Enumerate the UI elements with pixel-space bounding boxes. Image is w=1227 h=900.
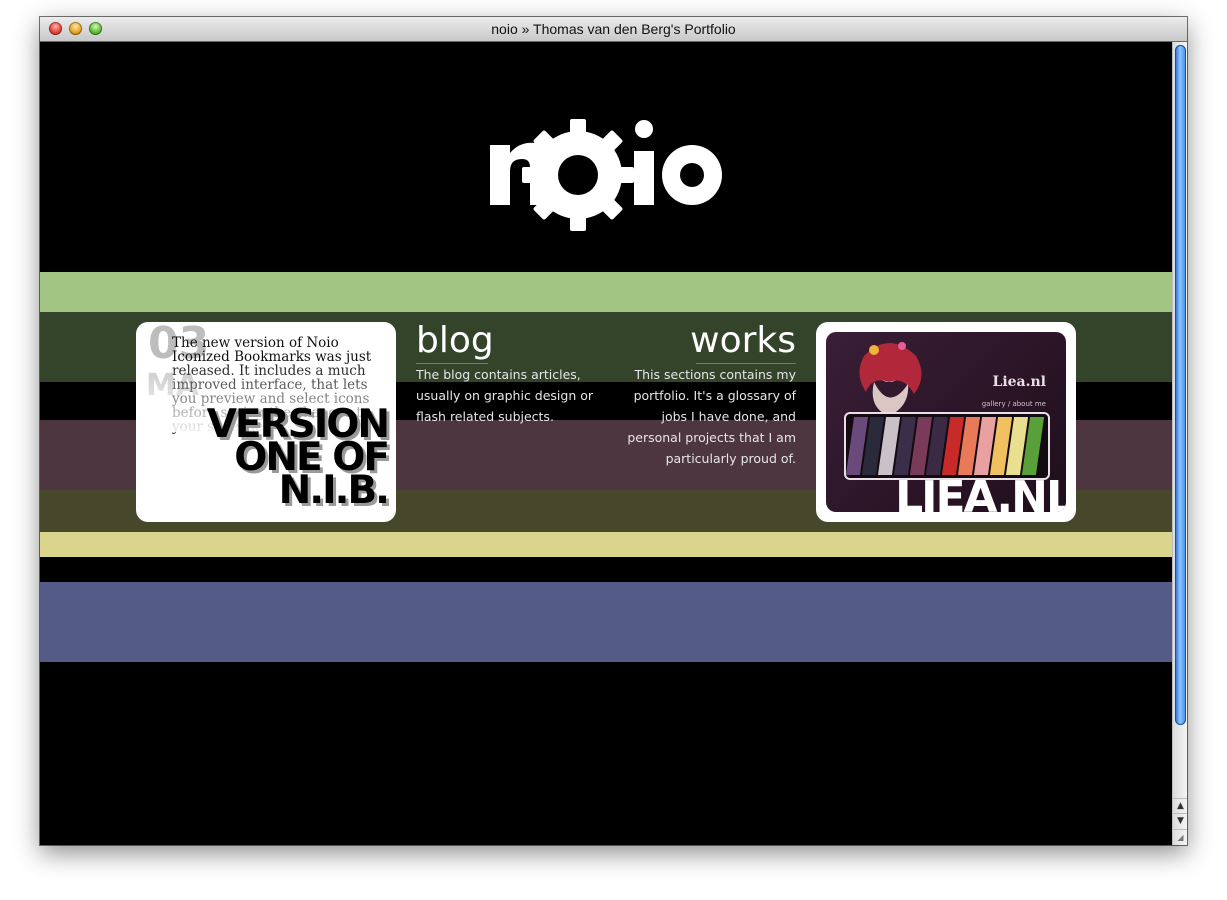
works-description: This sections contains my portfolio. It'…	[627, 367, 796, 466]
blog-heading[interactable]: blog	[416, 321, 494, 361]
news-headline: VERSION ONE OF N.I.B.	[207, 405, 390, 510]
works-card[interactable]: Liea.nl gallery / about me LIEA.NL	[816, 322, 1076, 522]
works-thumbnail-nav: gallery / about me	[981, 400, 1046, 408]
blog-description: The blog contains articles, usually on g…	[416, 367, 594, 424]
works-thumbnail-title: LIEA.NL	[895, 472, 1066, 513]
site-logo[interactable]	[486, 117, 726, 237]
news-card[interactable]: 03 MA The new version of Noio Iconized B…	[136, 322, 396, 522]
resize-grip-icon[interactable]: ◢	[1173, 829, 1187, 845]
works-heading[interactable]: works	[676, 321, 796, 361]
title-bar: noio » Thomas van den Berg's Portfolio	[40, 17, 1187, 42]
stripe-blue	[40, 582, 1172, 662]
vertical-scrollbar[interactable]: ▲ ▼ ◢	[1172, 42, 1187, 845]
browser-window: noio » Thomas van den Berg's Portfolio 0…	[40, 17, 1187, 845]
scrollbar-thumb[interactable]	[1175, 45, 1186, 725]
works-thumbnail: Liea.nl gallery / about me LIEA.NL	[826, 332, 1066, 512]
arrow-up-icon[interactable]: ▲	[1173, 798, 1187, 814]
window-title: noio » Thomas van den Berg's Portfolio	[491, 21, 736, 37]
stripe-yellow	[40, 532, 1172, 557]
page-viewport: 03 MA The new version of Noio Iconized B…	[40, 42, 1172, 845]
character-illustration	[859, 342, 922, 416]
works-gallery-strip	[844, 412, 1050, 480]
logo-letter-i	[634, 151, 654, 205]
gear-icon	[522, 119, 634, 231]
stripe-green	[40, 272, 1172, 312]
arrow-down-icon[interactable]: ▼	[1173, 813, 1187, 829]
works-thumbnail-site: Liea.nl	[992, 374, 1046, 390]
